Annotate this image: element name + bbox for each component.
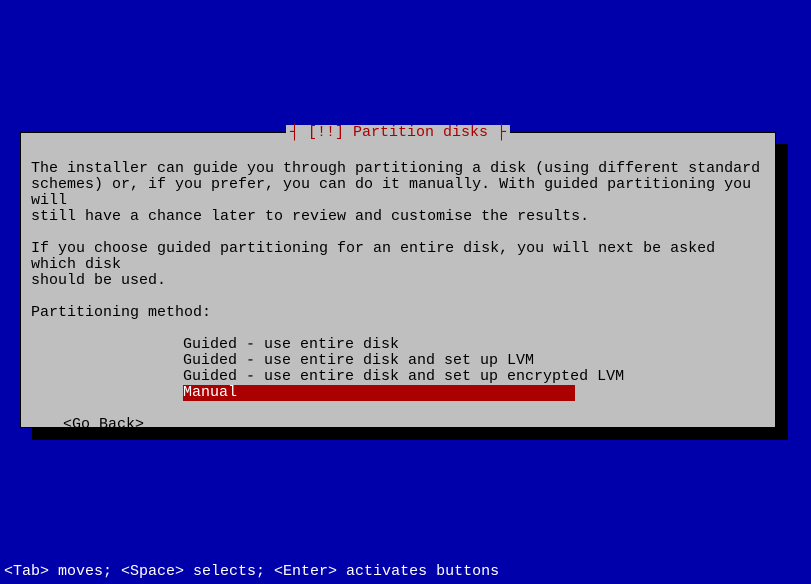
option-guided-lvm[interactable]: Guided - use entire disk and set up LVM <box>31 353 765 369</box>
intro-paragraph-1: The installer can guide you through part… <box>31 161 765 225</box>
partitioning-method-prompt: Partitioning method: <box>31 305 765 321</box>
partition-dialog: ┤ [!!] Partition disks ├ The installer c… <box>20 132 776 428</box>
dialog-title: ┤ [!!] Partition disks ├ <box>286 125 510 141</box>
option-guided-entire-disk[interactable]: Guided - use entire disk <box>31 337 765 353</box>
keyboard-hint-footer: <Tab> moves; <Space> selects; <Enter> ac… <box>4 564 499 580</box>
option-manual[interactable]: Manual <box>31 385 765 401</box>
intro-paragraph-2: If you choose guided partitioning for an… <box>31 241 765 289</box>
option-guided-encrypted-lvm[interactable]: Guided - use entire disk and set up encr… <box>31 369 765 385</box>
dialog-content: The installer can guide you through part… <box>21 133 775 443</box>
partitioning-method-menu: Guided - use entire disk Guided - use en… <box>31 337 765 401</box>
go-back-button[interactable]: <Go Back> <box>63 417 765 433</box>
